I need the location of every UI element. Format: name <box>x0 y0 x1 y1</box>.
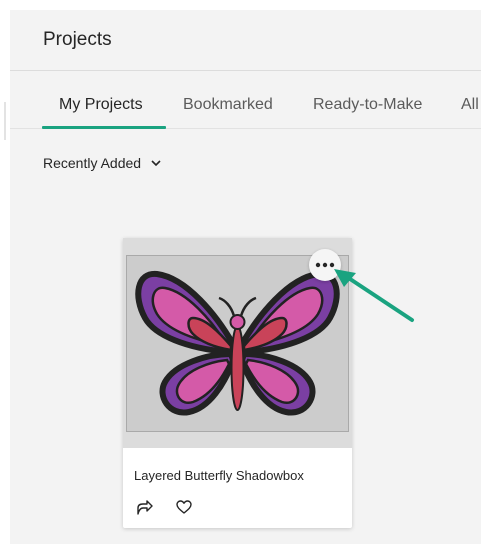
sidebar-edge <box>4 102 6 140</box>
share-icon[interactable] <box>135 498 153 516</box>
page-header: Projects <box>10 10 481 71</box>
tab-all[interactable]: All <box>461 96 479 114</box>
top-edge <box>0 0 481 10</box>
tab-ready-to-make[interactable]: Ready-to-Make <box>313 96 422 114</box>
chevron-down-icon <box>151 160 161 167</box>
sort-label: Recently Added <box>43 155 142 171</box>
page-title: Projects <box>43 29 112 50</box>
active-tab-indicator <box>42 126 166 129</box>
card-thumbnail-frame <box>123 238 352 448</box>
project-title[interactable]: Layered Butterfly Shadowbox <box>134 468 304 483</box>
heart-icon[interactable] <box>175 498 193 516</box>
project-card[interactable]: Layered Butterfly Shadowbox <box>123 238 352 528</box>
project-tabs: My Projects Bookmarked Ready-to-Make All <box>10 72 481 129</box>
sort-dropdown[interactable]: Recently Added <box>43 155 161 171</box>
left-edge <box>0 0 10 544</box>
card-thumbnail <box>126 255 349 432</box>
tab-bookmarked[interactable]: Bookmarked <box>183 96 273 114</box>
tab-my-projects[interactable]: My Projects <box>59 96 143 114</box>
butterfly-image <box>135 270 340 416</box>
annotation-arrow <box>334 269 414 322</box>
